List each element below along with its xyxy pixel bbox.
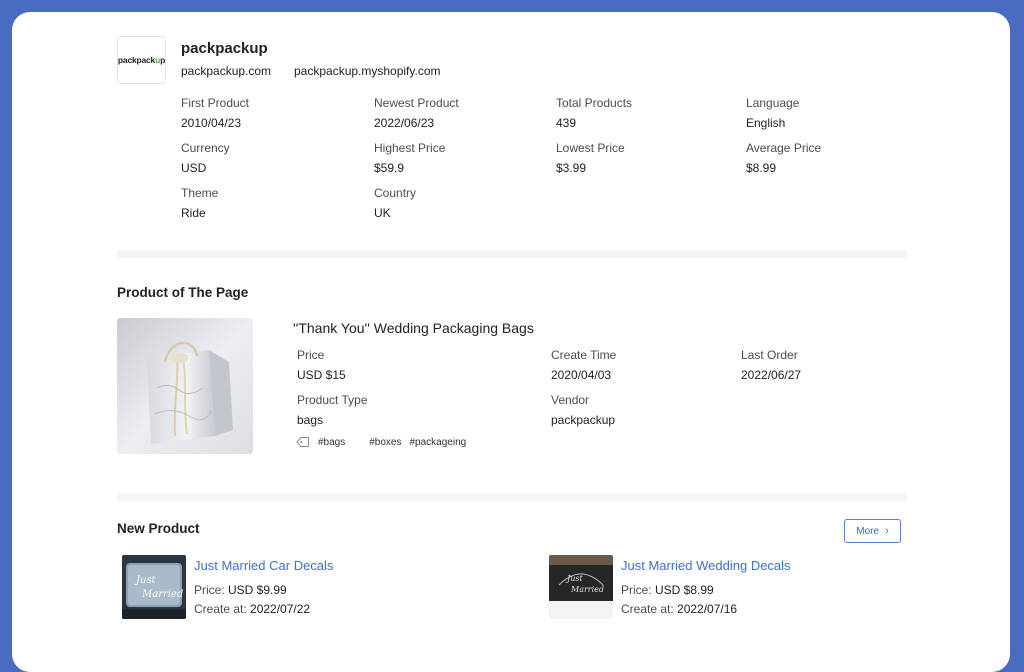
field-label: Product Type <box>297 393 368 407</box>
product-name[interactable]: ''Thank You'' Wedding Packaging Bags <box>293 320 534 336</box>
price-label: Price: <box>621 583 656 597</box>
stat-value: $8.99 <box>746 161 777 175</box>
field-value: 2020/04/03 <box>551 368 612 382</box>
more-button-label: More <box>856 525 880 537</box>
stat-value: $59.9 <box>374 161 405 175</box>
stat-value: Ride <box>181 206 206 220</box>
stat-label: Average Price <box>746 141 822 155</box>
create-label: Create at: <box>621 602 678 616</box>
thumb-text: Just <box>134 575 157 586</box>
price-value: USD $8.99 <box>655 583 714 597</box>
car-decal-image-icon: Just Married <box>122 555 186 619</box>
stat-country: Country UK <box>374 186 416 220</box>
field-label: Price <box>297 348 325 362</box>
new-product-price: Price: USD $9.99 <box>194 583 287 597</box>
chevron-right-icon: › <box>885 525 889 537</box>
thumb-text: Married <box>570 585 604 594</box>
stat-label: Country <box>374 186 417 200</box>
product-tags: #bags #boxes #packageing <box>296 436 480 448</box>
stat-label: First Product <box>181 96 250 110</box>
stat-newest-product: Newest Product 2022/06/23 <box>374 96 459 130</box>
create-value: 2022/07/16 <box>677 602 738 616</box>
product-type: Product Type bags <box>297 393 368 427</box>
product-thumbnail[interactable]: Just Married <box>122 555 186 619</box>
stat-value: UK <box>374 206 391 220</box>
new-product-title-link[interactable]: Just Married Car Decals <box>194 558 333 573</box>
new-product-created: Create at: 2022/07/16 <box>621 602 737 616</box>
store-detail-card: packpack u p packpackup packpackup.com pac… <box>12 12 1010 672</box>
logo-text: packpack <box>117 55 156 65</box>
stat-label: Highest Price <box>374 141 446 155</box>
create-label: Create at: <box>194 602 251 616</box>
stat-language: Language English <box>746 96 799 130</box>
stat-value: English <box>746 116 786 130</box>
new-product-item: Just Married Just Married Car Decals Pri… <box>122 554 502 620</box>
create-value: 2022/07/22 <box>250 602 311 616</box>
new-product-price: Price: USD $8.99 <box>621 583 714 597</box>
section-divider <box>117 250 907 258</box>
store-logo: packpack u p <box>117 36 166 84</box>
field-value: bags <box>297 413 324 427</box>
gift-bag-icon <box>117 318 253 454</box>
product-tag[interactable]: #boxes <box>369 437 401 448</box>
new-product-title: New Product <box>117 521 200 536</box>
stat-label: Newest Product <box>374 96 459 110</box>
new-product-item: Just Married Just Married Wedding Decals… <box>549 554 929 620</box>
store-name: packpackup <box>181 40 268 57</box>
product-image[interactable] <box>117 318 253 454</box>
stat-theme: Theme Ride <box>181 186 218 220</box>
field-label: Last Order <box>741 348 798 362</box>
tag-icon <box>296 437 309 447</box>
stat-label: Lowest Price <box>556 141 625 155</box>
stat-value: $3.99 <box>556 161 587 175</box>
stat-label: Total Products <box>556 96 633 110</box>
field-label: Create Time <box>551 348 617 362</box>
new-product-title-link[interactable]: Just Married Wedding Decals <box>621 558 791 573</box>
stat-value: 2022/06/23 <box>374 116 435 130</box>
product-create-time: Create Time 2020/04/03 <box>551 348 616 382</box>
stat-label: Language <box>746 96 800 110</box>
stat-label: Currency <box>181 141 230 155</box>
stat-value: USD <box>181 161 207 175</box>
store-shopify-domain-link[interactable]: packpackup.myshopify.com <box>294 64 441 78</box>
field-value: USD $15 <box>297 368 346 382</box>
logo-text-end: p <box>160 55 166 65</box>
stat-currency: Currency USD <box>181 141 230 175</box>
new-product-created: Create at: 2022/07/22 <box>194 602 310 616</box>
product-price: Price USD $15 <box>297 348 346 382</box>
field-label: Vendor <box>551 393 590 407</box>
stat-total-products: Total Products 439 <box>556 96 632 130</box>
store-header: packpack u p packpackup packpackup.com pac… <box>117 36 917 86</box>
stat-value: 2010/04/23 <box>181 116 242 130</box>
stat-highest-price: Highest Price $59.9 <box>374 141 445 175</box>
wedding-decal-image-icon: Just Married <box>549 555 613 619</box>
stat-label: Theme <box>181 186 219 200</box>
thumb-text: Just <box>565 574 583 583</box>
more-button[interactable]: More › <box>844 519 901 543</box>
product-last-order: Last Order 2022/06/27 <box>741 348 801 382</box>
product-vendor: Vendor packpackup <box>551 393 615 427</box>
section-divider <box>117 493 907 501</box>
product-tag[interactable]: #packageing <box>410 437 467 448</box>
product-tag[interactable]: #bags <box>318 437 345 448</box>
price-label: Price: <box>194 583 229 597</box>
field-value: 2022/06/27 <box>741 368 802 382</box>
field-value: packpackup <box>551 413 616 427</box>
product-thumbnail[interactable]: Just Married <box>549 555 613 619</box>
stat-average-price: Average Price $8.99 <box>746 141 821 175</box>
stat-value: 439 <box>556 116 577 130</box>
thumb-text: Married <box>141 589 183 600</box>
price-value: USD $9.99 <box>228 583 287 597</box>
store-domain-link[interactable]: packpackup.com <box>181 64 271 78</box>
stat-first-product: First Product 2010/04/23 <box>181 96 249 130</box>
stat-lowest-price: Lowest Price $3.99 <box>556 141 625 175</box>
product-of-page-title: Product of The Page <box>117 285 249 300</box>
